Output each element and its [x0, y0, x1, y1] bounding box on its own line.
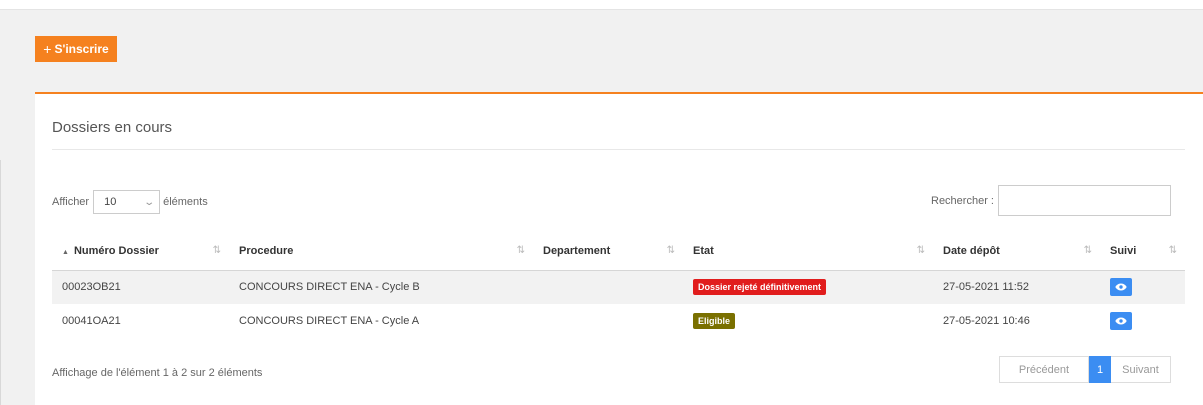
- cell-numero: 00023OB21: [52, 270, 229, 304]
- length-prefix: Afficher: [52, 196, 90, 208]
- sort-icon: ⇅: [516, 245, 525, 256]
- cell-etat: Dossier rejeté définitivement: [683, 270, 933, 304]
- column-header-suivi[interactable]: Suivi ⇅: [1100, 233, 1185, 271]
- status-badge: Dossier rejeté définitivement: [693, 279, 827, 296]
- panel-divider: [52, 149, 1185, 150]
- status-badge: Eligible: [693, 313, 736, 329]
- cell-suivi: [1100, 304, 1185, 338]
- panel-title: Dossiers en cours: [52, 119, 173, 136]
- sort-icon: ⇅: [666, 245, 675, 256]
- view-button[interactable]: [1110, 278, 1132, 297]
- table-info: Affichage de l'élément 1 à 2 sur 2 éléme…: [52, 367, 263, 379]
- cell-etat: Eligible: [683, 304, 933, 338]
- cell-date: 27-05-2021 10:46: [933, 304, 1100, 338]
- search-input[interactable]: [997, 185, 1171, 216]
- length-suffix: éléments: [163, 196, 208, 208]
- sort-icon: ⇅: [916, 245, 925, 256]
- page-length-select[interactable]: 10 ⌄: [93, 190, 161, 214]
- eye-icon: [1115, 283, 1127, 291]
- column-header-numero[interactable]: ▲ Numéro Dossier ⇅: [52, 233, 229, 271]
- cell-suivi: [1100, 270, 1185, 304]
- cell-numero: 00041OA21: [52, 304, 229, 338]
- sort-icon: ⇅: [1168, 245, 1177, 256]
- chevron-down-icon: ⌄: [143, 196, 155, 208]
- column-header-departement[interactable]: Departement ⇅: [533, 233, 683, 271]
- page-length-value: 10: [104, 196, 117, 208]
- plus-icon: +: [43, 41, 52, 57]
- cell-procedure: CONCOURS DIRECT ENA - Cycle B: [229, 270, 533, 304]
- page-length-control: Afficher 10 ⌄ éléments: [52, 190, 208, 214]
- cell-procedure: CONCOURS DIRECT ENA - Cycle A: [229, 304, 533, 338]
- dossiers-panel: Dossiers en cours Afficher 10 ⌄ éléments…: [35, 92, 1203, 405]
- table-row: 00023OB21 CONCOURS DIRECT ENA - Cycle B …: [52, 270, 1185, 304]
- pagination: Précédent 1 Suivant: [999, 356, 1171, 383]
- cell-departement: [533, 304, 683, 338]
- table-row: 00041OA21 CONCOURS DIRECT ENA - Cycle A …: [52, 304, 1185, 338]
- register-button[interactable]: + S'inscrire: [35, 36, 117, 62]
- table-header-row: ▲ Numéro Dossier ⇅ Procedure ⇅ Departement ⇅…: [52, 233, 1185, 271]
- search-label: Rechercher :: [931, 194, 994, 207]
- column-header-procedure[interactable]: Procedure ⇅: [229, 233, 533, 271]
- dossiers-table: ▲ Numéro Dossier ⇅ Procedure ⇅ Departement ⇅…: [52, 233, 1185, 338]
- pagination-previous[interactable]: Précédent: [999, 356, 1089, 383]
- eye-icon: [1115, 317, 1127, 325]
- cell-date: 27-05-2021 11:52: [933, 270, 1100, 304]
- sort-icon: ⇅: [1083, 245, 1092, 256]
- top-strip: [0, 0, 1203, 10]
- sort-asc-icon: ▲: [62, 249, 69, 257]
- cell-departement: [533, 270, 683, 304]
- sort-icon: ⇅: [212, 245, 221, 256]
- search-control: Rechercher :: [931, 185, 1171, 216]
- view-button[interactable]: [1110, 312, 1132, 330]
- pagination-page-1[interactable]: 1: [1089, 356, 1111, 383]
- register-button-label: S'inscrire: [54, 42, 109, 56]
- pagination-next[interactable]: Suivant: [1111, 356, 1171, 383]
- column-header-etat[interactable]: Etat ⇅: [683, 233, 933, 271]
- column-header-date[interactable]: Date dépôt ⇅: [933, 233, 1100, 271]
- left-edge-line: [0, 160, 1, 405]
